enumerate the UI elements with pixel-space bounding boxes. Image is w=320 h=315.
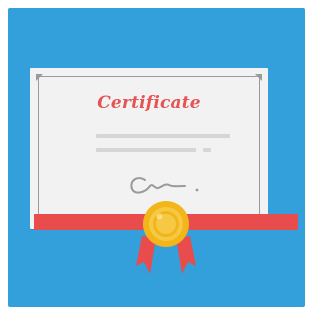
text-line-2 <box>96 148 196 152</box>
text-line-2-dot <box>203 148 211 152</box>
illustration-frame: Certificate <box>0 0 313 315</box>
text-line-1 <box>96 134 230 138</box>
certificate-title: Certificate <box>97 93 201 113</box>
award-seal-icon <box>136 201 196 274</box>
